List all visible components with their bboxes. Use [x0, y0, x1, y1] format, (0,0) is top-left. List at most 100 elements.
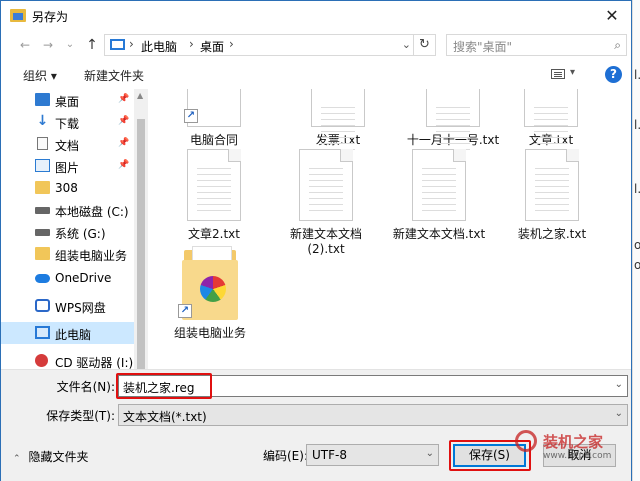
drive-icon [35, 207, 50, 214]
dialog-title: 另存为 [32, 10, 69, 24]
sidebar-item-documents[interactable]: 文档 📌 [1, 133, 134, 155]
file-name: 组装电脑业务 [173, 326, 246, 340]
refresh-icon[interactable]: ↻ [414, 34, 436, 56]
file-name: 十一月十一号.txt [406, 133, 500, 147]
watermark-brand: 装机之家 [543, 433, 604, 451]
view-dropdown-icon[interactable]: ▾ [570, 67, 575, 78]
watermark: 装机之家 www.lotpc.com [515, 427, 631, 467]
breadcrumb-separator[interactable]: › [129, 37, 134, 51]
encoding-dropdown-icon[interactable]: ⌄ [426, 448, 434, 459]
sidebar-item-downloads[interactable]: ↓ 下载 📌 [1, 111, 134, 133]
background-text: l. [634, 182, 640, 196]
organize-button[interactable]: 组织 ▾ [23, 67, 57, 84]
sidebar-item-label: 系统 (G:) [55, 227, 106, 241]
sidebar-item-desktop[interactable]: 桌面 📌 [1, 89, 134, 111]
file-item[interactable]: ↗ 组装电脑业务 [160, 246, 260, 341]
sidebar-item-label: 图片 [55, 161, 80, 175]
address-bar[interactable]: › 此电脑 › 桌面 › ⌄ [104, 34, 414, 56]
file-name: 电脑合同 [189, 133, 238, 147]
sidebar-item-pc-business[interactable]: 组装电脑业务 [1, 243, 134, 265]
text-file-icon [524, 89, 578, 127]
file-item[interactable]: 装机之家.txt [502, 149, 602, 242]
filetype-dropdown-icon[interactable]: ⌄ [615, 408, 623, 419]
sidebar-scrollbar[interactable]: ▲ [134, 89, 148, 369]
file-item[interactable]: 十一月十一号.txt [403, 89, 503, 148]
background-text: ow [634, 238, 640, 252]
text-file-icon [525, 149, 579, 221]
toolbar: 组织 ▾ 新建文件夹 ▾ ? [1, 61, 631, 89]
pin-icon: 📌 [118, 94, 130, 104]
file-item[interactable]: 文章.txt [501, 89, 601, 148]
desktop-icon [35, 93, 50, 106]
breadcrumb-separator[interactable]: › [229, 37, 234, 51]
pin-icon: 📌 [118, 116, 130, 126]
text-file-icon [311, 89, 365, 127]
filename-dropdown-icon[interactable]: ⌄ [615, 379, 623, 390]
sidebar-item-label: 308 [55, 181, 78, 195]
file-item[interactable]: 文章2.txt [164, 149, 264, 242]
watermark-url: www.lotpc.com [543, 451, 612, 461]
scrollbar-thumb[interactable] [137, 119, 145, 369]
search-input[interactable]: 搜索"桌面" ⌕ [446, 34, 627, 56]
back-arrow-icon[interactable]: ← [16, 36, 34, 54]
sidebar-item-label: WPS网盘 [55, 301, 106, 315]
file-item[interactable]: ↗ 电脑合同 [164, 89, 264, 148]
shortcut-arrow-icon: ↗ [184, 109, 198, 123]
sidebar-item-wps[interactable]: WPS网盘 [1, 295, 134, 317]
shortcut-arrow-icon: ↗ [178, 304, 192, 318]
filetype-value: 文本文档(*.txt) [123, 410, 207, 424]
filetype-select[interactable]: 文本文档(*.txt) ⌄ [118, 404, 628, 426]
document-icon [37, 137, 48, 150]
cloud-icon [35, 274, 50, 283]
file-item[interactable]: 发票.txt [288, 89, 388, 148]
close-button[interactable]: ✕ [597, 4, 627, 28]
up-arrow-icon[interactable]: ↑ [83, 36, 101, 54]
hide-folders-toggle[interactable]: ⌃ 隐藏文件夹 [13, 448, 89, 465]
cd-drive-icon [35, 354, 48, 367]
file-item[interactable]: 新建文本文档 (2).txt [276, 149, 376, 257]
save-as-dialog: 另存为 ✕ ← → ⌄ ↑ › 此电脑 › 桌面 › ⌄ ↻ 搜索"桌面" ⌕ … [0, 0, 632, 481]
sidebar-item-label: 此电脑 [55, 328, 92, 342]
help-icon[interactable]: ? [605, 66, 622, 83]
sidebar-item-label: 桌面 [55, 95, 80, 109]
breadcrumb-separator[interactable]: › [189, 37, 194, 51]
scroll-up-icon[interactable]: ▲ [137, 91, 143, 100]
new-folder-button[interactable]: 新建文件夹 [84, 67, 144, 84]
forward-arrow-icon[interactable]: → [39, 36, 57, 54]
sidebar-item-label: OneDrive [55, 271, 112, 285]
text-file-icon [412, 149, 466, 221]
file-name: 文章.txt [528, 133, 574, 147]
background-text: l. [634, 118, 640, 132]
file-list: ↗ 电脑合同 发票.txt 十一月十一号.txt 文章.txt 文章2.txt … [148, 89, 631, 369]
picture-icon [35, 159, 50, 172]
encoding-select[interactable]: UTF-8 ⌄ [306, 444, 439, 466]
folder-icon [35, 247, 50, 260]
sidebar-item-label: 组装电脑业务 [55, 249, 128, 263]
content-scrollbar[interactable] [617, 89, 631, 369]
breadcrumb-this-pc[interactable]: 此电脑 [141, 38, 177, 55]
background-text: l. [634, 68, 640, 82]
background-window-edge: l. l. l. ow ov [632, 0, 640, 481]
breadcrumb-desktop[interactable]: 桌面 [200, 38, 224, 55]
recent-locations-dropdown[interactable]: ⌄ [61, 36, 79, 54]
sidebar-item-label: 文档 [55, 139, 80, 153]
text-file-icon [299, 149, 353, 221]
sidebar-item-onedrive[interactable]: OneDrive [1, 267, 134, 289]
search-icon: ⌕ [614, 38, 621, 52]
folder-icon [35, 181, 50, 194]
address-row: ← → ⌄ ↑ › 此电脑 › 桌面 › ⌄ ↻ 搜索"桌面" ⌕ [1, 31, 631, 59]
this-pc-icon [35, 326, 50, 339]
address-dropdown-icon[interactable]: ⌄ [402, 38, 411, 51]
this-pc-icon [110, 39, 125, 50]
sidebar-item-drive-g[interactable]: 系统 (G:) [1, 221, 134, 243]
file-item[interactable]: 新建文本文档.txt [389, 149, 489, 242]
sidebar-item-drive-c[interactable]: 本地磁盘 (C:) [1, 199, 134, 221]
sidebar-item-cd-drive[interactable]: CD 驱动器 (I:) BC [1, 350, 148, 369]
sidebar-item-pictures[interactable]: 图片 📌 [1, 155, 134, 177]
app-icon [10, 9, 26, 22]
filename-label: 文件名(N): [56, 380, 115, 394]
title-bar: 另存为 ✕ [1, 1, 631, 31]
sidebar-item-308[interactable]: 308 [1, 177, 134, 199]
view-options-icon[interactable] [551, 69, 565, 79]
sidebar-item-this-pc[interactable]: 此电脑 [1, 322, 134, 344]
